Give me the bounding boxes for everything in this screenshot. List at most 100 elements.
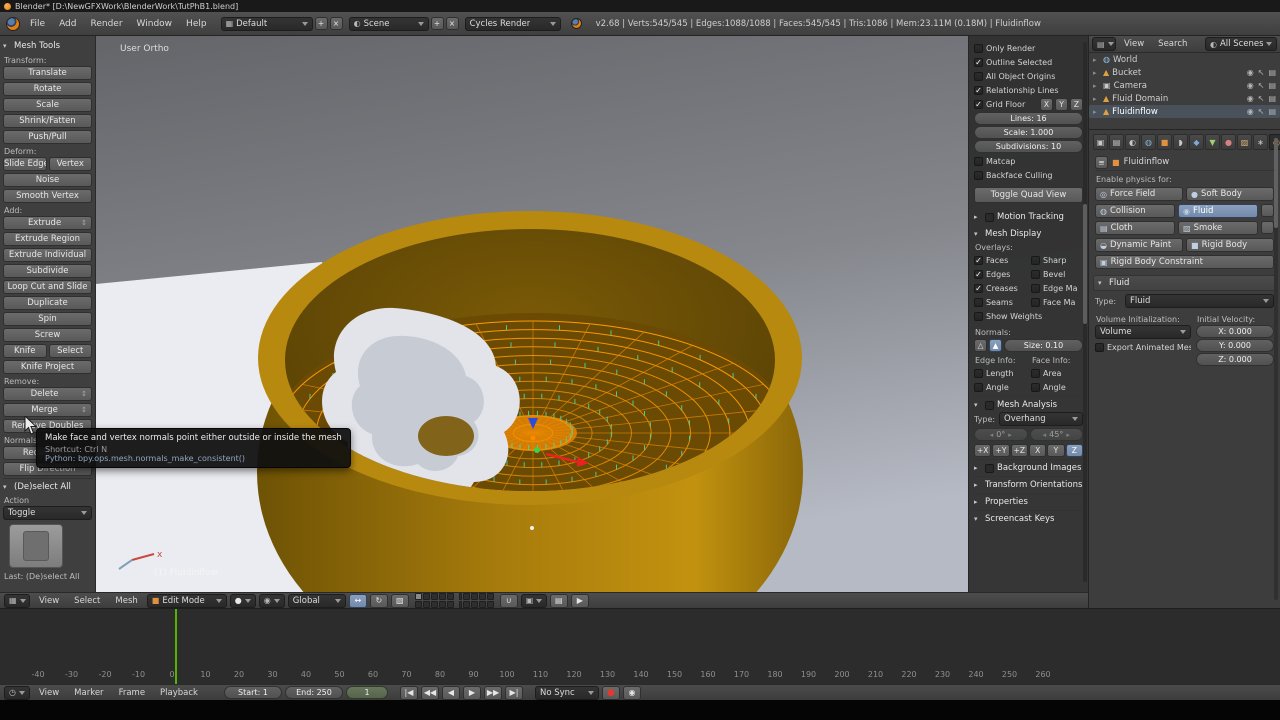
menu-render[interactable]: Render [85, 19, 129, 29]
extrude-region-button[interactable]: Extrude Region [3, 232, 92, 246]
checkbox-all-object-origins[interactable]: All Object Origins [974, 69, 1083, 83]
layer-18[interactable] [470, 601, 478, 608]
rotate-button[interactable]: Rotate [3, 82, 92, 96]
checkbox-grid-floor[interactable]: Grid Floor [974, 97, 1038, 111]
grid-lines-field[interactable]: Lines: 16 [974, 112, 1083, 125]
layer-19[interactable] [478, 601, 486, 608]
checkbox-creases[interactable]: Creases [974, 281, 1031, 295]
timeline-menu-view[interactable]: View [33, 688, 65, 698]
checkbox-bevel[interactable]: Bevel [1031, 267, 1083, 281]
snap-toggle-button[interactable]: ∪ [499, 593, 518, 608]
layer-17[interactable] [462, 601, 470, 608]
start-frame-field[interactable]: Start: 1 [223, 686, 282, 699]
eye-icon[interactable]: ◉ [1247, 68, 1254, 77]
menu-add[interactable]: Add [53, 19, 82, 29]
operator-panel-header[interactable]: (De)select All [3, 478, 92, 493]
checkbox-edge-marks[interactable]: Edge Ma [1031, 281, 1083, 295]
add-scene-button[interactable]: + [430, 17, 444, 30]
view-menu[interactable]: View [33, 596, 65, 606]
volume-initialization-dropdown[interactable]: Volume [1095, 325, 1191, 339]
checkbox-edge-length[interactable]: Length [974, 366, 1031, 380]
extrude-menu-button[interactable]: Extrude ↕ [3, 216, 92, 230]
align-z-button[interactable]: Z [1065, 444, 1083, 457]
eye-icon[interactable]: ◉ [1247, 107, 1254, 116]
layer-1[interactable] [414, 593, 422, 600]
selectable-icon[interactable]: ↖ [1258, 94, 1265, 103]
knife-button[interactable]: Knife [3, 344, 47, 358]
selectable-icon[interactable]: ↖ [1258, 81, 1265, 90]
checkbox-edge-angle[interactable]: Angle [974, 380, 1031, 394]
grid-axis-x-toggle[interactable]: X [1040, 97, 1053, 111]
layer-15[interactable] [446, 601, 454, 608]
outliner-item-world[interactable]: ▸ ◍ World [1089, 53, 1280, 66]
blender-logo-icon[interactable] [6, 16, 20, 31]
checkbox-face-area[interactable]: Area [1031, 366, 1083, 380]
renderable-icon[interactable]: ▤ [1268, 81, 1276, 90]
checkbox-only-render[interactable]: Only Render [974, 41, 1083, 55]
analysis-type-dropdown[interactable]: Overhang [999, 412, 1083, 426]
fluid-panel-header[interactable]: Fluid [1093, 275, 1276, 291]
eye-icon[interactable]: ◉ [1247, 81, 1254, 90]
close-screen-button[interactable]: × [329, 17, 343, 30]
play-button[interactable]: ▶ [462, 685, 481, 700]
background-images-panel-header[interactable]: Background Images [974, 459, 1083, 474]
render-engine-dropdown[interactable]: Cycles Render [464, 16, 561, 31]
outliner-menu-search[interactable]: Search [1152, 39, 1193, 49]
rigid-body-constraint-button[interactable]: ▣ Rigid Body Constraint [1095, 255, 1274, 269]
shrink-fatten-button[interactable]: Shrink/Fatten [3, 114, 92, 128]
layer-13[interactable] [430, 601, 438, 608]
noise-button[interactable]: Noise [3, 173, 92, 187]
prev-keyframe-button[interactable]: ◀◀ [420, 685, 439, 700]
layer-grid[interactable] [414, 593, 494, 608]
checkbox-face-angle[interactable]: Angle [1031, 380, 1083, 394]
align-plus-x-button[interactable]: +X [974, 444, 992, 457]
expand-icon[interactable]: ▸ [1093, 108, 1100, 116]
timeline-menu-playback[interactable]: Playback [154, 688, 204, 698]
n-panel-scrollbar[interactable] [1083, 42, 1087, 582]
checkbox-edges[interactable]: Edges [974, 267, 1031, 281]
editor-type-button[interactable]: ◷ [4, 685, 30, 700]
panel-checkbox[interactable] [985, 212, 994, 222]
checkbox-backface-culling[interactable]: Backface Culling [974, 168, 1083, 182]
soft-body-button[interactable]: ● Soft Body [1186, 187, 1274, 201]
properties-panel-header[interactable]: Properties [974, 493, 1083, 508]
smoke-button[interactable]: ▨ Smoke [1178, 221, 1258, 235]
analysis-min-field[interactable]: 0° [974, 428, 1028, 441]
keying-set-button[interactable]: ◉ [622, 685, 641, 700]
align-plus-z-button[interactable]: +Z [1010, 444, 1028, 457]
operator-action-dropdown[interactable]: Toggle [3, 506, 92, 520]
checkbox-outline-selected[interactable]: Outline Selected [974, 55, 1083, 69]
velocity-y-field[interactable]: Y: 0.000 [1196, 339, 1274, 352]
eye-icon[interactable]: ◉ [1247, 94, 1254, 103]
fluid-button[interactable]: ◉ Fluid [1178, 204, 1258, 218]
checkbox-sharp[interactable]: Sharp [1031, 253, 1083, 267]
velocity-z-field[interactable]: Z: 0.000 [1196, 353, 1274, 366]
menu-file[interactable]: File [24, 19, 51, 29]
loop-cut-button[interactable]: Loop Cut and Slide [3, 280, 92, 294]
layer-8[interactable] [470, 593, 478, 600]
selectable-icon[interactable]: ↖ [1258, 107, 1265, 116]
manipulator-translate-toggle[interactable]: ↔ [348, 593, 367, 608]
expand-icon[interactable]: ▸ [1093, 95, 1100, 103]
tab-material[interactable]: ● [1221, 134, 1236, 150]
tab-scene[interactable]: ◐ [1125, 134, 1140, 150]
jump-to-start-button[interactable]: |◀ [399, 685, 418, 700]
grid-scale-field[interactable]: Scale: 1.000 [974, 126, 1083, 139]
menu-help[interactable]: Help [180, 19, 213, 29]
outliner-item-fluid-domain[interactable]: ▸ ▲ Fluid Domain ◉ ↖ ▤ [1089, 92, 1280, 105]
dynamic-paint-button[interactable]: ◒ Dynamic Paint [1095, 238, 1183, 252]
current-frame-field[interactable]: 1 [345, 686, 388, 699]
tab-modifiers[interactable]: ◆ [1189, 134, 1204, 150]
expand-icon[interactable]: ▸ [1093, 69, 1100, 77]
outliner-display-mode-dropdown[interactable]: ◐ All Scenes [1205, 37, 1277, 51]
motion-tracking-panel-header[interactable]: Motion Tracking [974, 208, 1083, 223]
scale-button[interactable]: Scale [3, 98, 92, 112]
layer-12[interactable] [422, 601, 430, 608]
face-normals-toggle[interactable]: ▲ [989, 339, 1002, 352]
checkbox-matcap[interactable]: Matcap [974, 154, 1083, 168]
checkbox-relationship-lines[interactable]: Relationship Lines [974, 83, 1083, 97]
snap-element-dropdown[interactable]: ▣ [520, 593, 547, 608]
tab-render-layers[interactable]: ▤ [1109, 134, 1124, 150]
manipulator-scale-toggle[interactable]: ▧ [390, 593, 409, 608]
delete-menu-button[interactable]: Delete ↕ [3, 387, 92, 401]
